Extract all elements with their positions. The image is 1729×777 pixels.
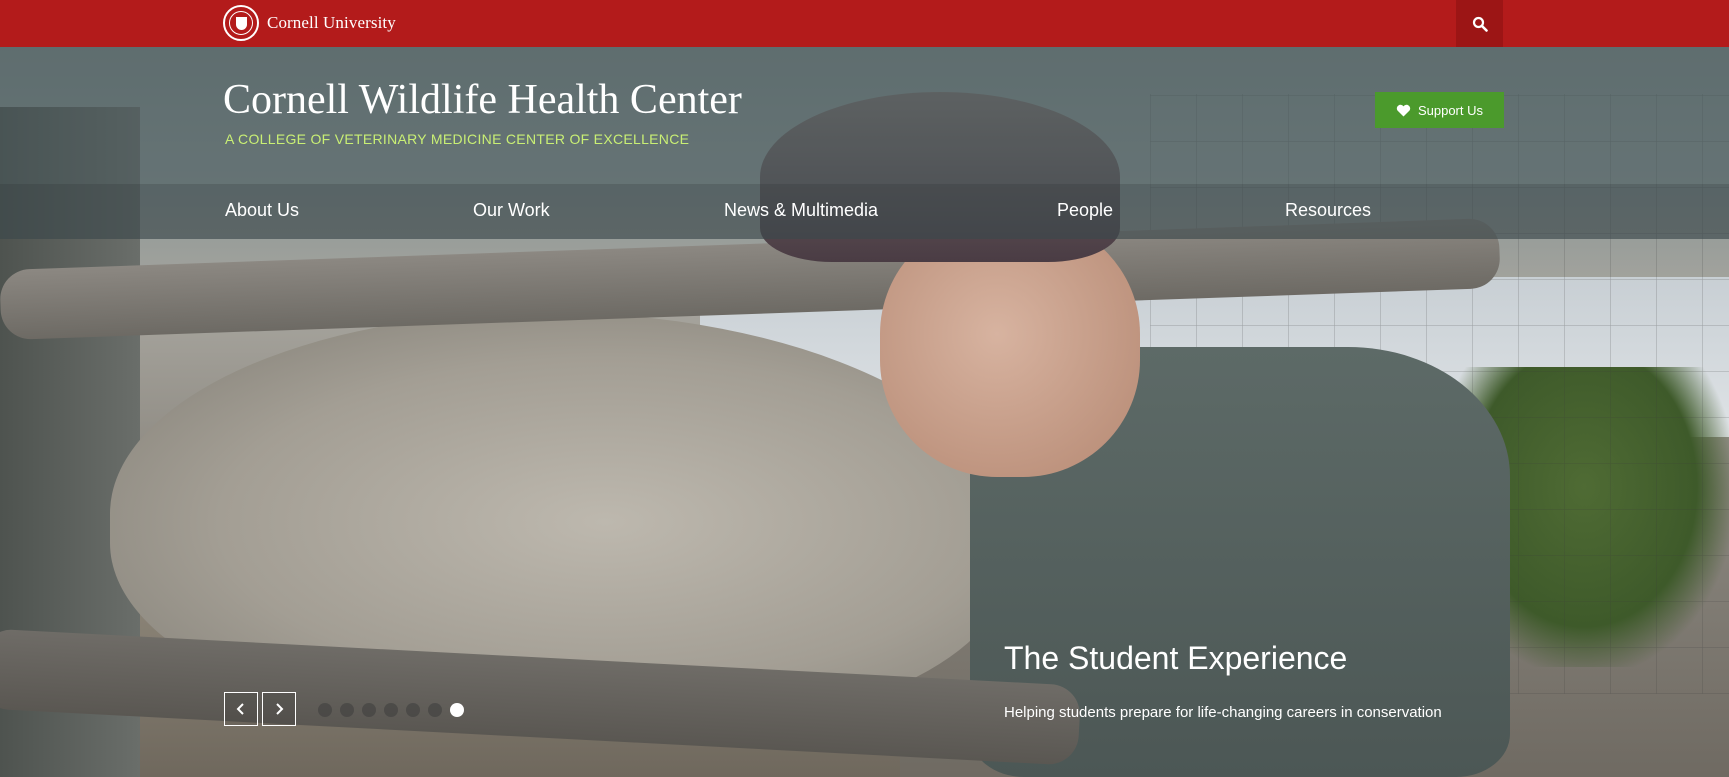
slider-dots xyxy=(318,703,464,717)
slider-dot[interactable] xyxy=(406,703,420,717)
slider-dot[interactable] xyxy=(362,703,376,717)
main-nav: About Us Our Work News & Multimedia Peop… xyxy=(0,184,1729,239)
support-us-label: Support Us xyxy=(1417,102,1484,118)
site-subtitle: A COLLEGE OF VETERINARY MEDICINE CENTER … xyxy=(225,131,690,147)
slide-title: The Student Experience xyxy=(1004,640,1348,676)
site-title[interactable]: Cornell Wildlife Health Center xyxy=(223,76,742,124)
slider-dot[interactable] xyxy=(318,703,332,717)
slider-dot[interactable] xyxy=(428,703,442,717)
nav-item-people[interactable]: People xyxy=(1057,200,1113,221)
nav-item-resources[interactable]: Resources xyxy=(1285,200,1371,221)
search-icon xyxy=(1472,16,1488,32)
slide-description: Helping students prepare for life-changi… xyxy=(1004,704,1442,721)
slider-dot[interactable] xyxy=(340,703,354,717)
search-button[interactable] xyxy=(1456,0,1503,47)
cornell-seal-icon xyxy=(223,5,259,41)
nav-item-news-multimedia[interactable]: News & Multimedia xyxy=(724,200,878,221)
chevron-right-icon xyxy=(276,703,284,715)
university-name: Cornell University xyxy=(267,13,396,32)
slider-dot[interactable] xyxy=(384,703,398,717)
nav-item-our-work[interactable]: Our Work xyxy=(473,200,550,221)
heart-icon xyxy=(1396,104,1411,117)
cornell-university-logo[interactable]: Cornell University xyxy=(223,4,396,42)
chevron-left-icon xyxy=(236,703,244,715)
slider-prev-button[interactable] xyxy=(224,692,258,726)
slider-dot[interactable] xyxy=(450,703,464,717)
cornell-top-bar: Cornell University xyxy=(0,0,1729,47)
slider-next-button[interactable] xyxy=(262,692,296,726)
support-us-button[interactable]: Support Us xyxy=(1375,92,1504,128)
nav-item-about-us[interactable]: About Us xyxy=(225,200,299,221)
